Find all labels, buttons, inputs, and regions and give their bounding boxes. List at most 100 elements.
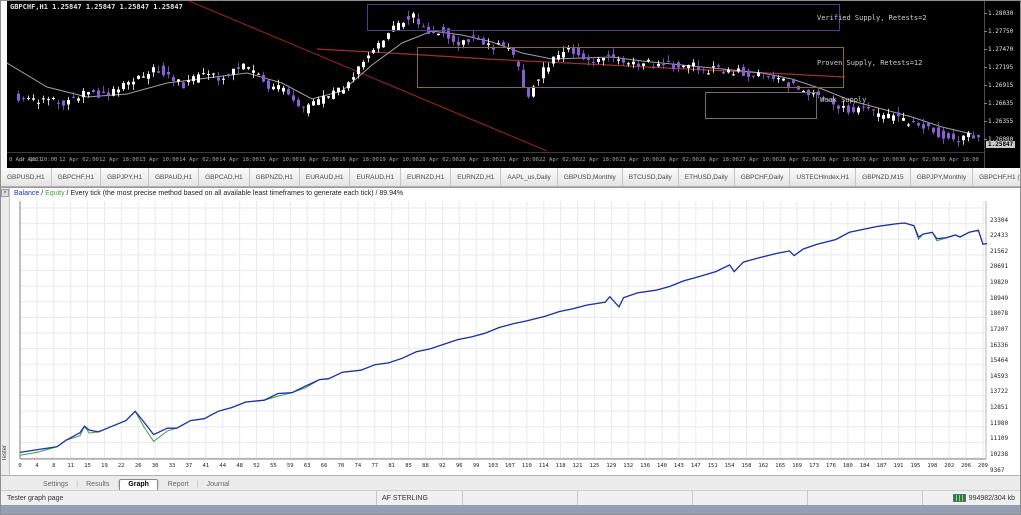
tester-tab-journal[interactable]: Journal: [199, 480, 238, 490]
status-company: AF STERLING: [376, 491, 462, 505]
balance-axis-label: 12851: [990, 404, 1008, 411]
trade-axis-label: 15: [84, 463, 91, 469]
trade-axis-label: 55: [270, 463, 277, 469]
price-axis-label: 1.27750: [988, 28, 1013, 35]
close-icon[interactable]: ×: [1, 189, 9, 197]
equity-legend-label: Equity: [45, 190, 64, 197]
symbol-tab[interactable]: EURNZD,H1: [401, 168, 451, 186]
trade-axis-label: 191: [894, 463, 904, 469]
tester-tab-settings[interactable]: Settings: [35, 480, 76, 490]
balance-axis-label: 11980: [990, 420, 1008, 427]
balance-axis-label: 22433: [990, 232, 1008, 239]
symbol-tab[interactable]: EURAUD,H1: [350, 168, 401, 186]
trade-axis-label: 140: [657, 463, 667, 469]
date-axis[interactable]: 8 Apr 20219 Apr 10:0012 Apr 02:0012 Apr …: [7, 152, 984, 168]
tester-graph-header: Balance / Equity / Every tick (the most …: [10, 188, 1020, 201]
status-segment-empty: [462, 491, 577, 505]
date-axis-label: 22 Apr 02:00: [539, 157, 579, 163]
symbol-tab[interactable]: EURAUD,H1: [300, 168, 351, 186]
trade-axis-label: 88: [422, 463, 429, 469]
symbol-tab[interactable]: GBPUSD,H1: [1, 168, 52, 186]
symbol-tab[interactable]: BTCUSD,Daily: [623, 168, 679, 186]
symbol-tab[interactable]: GBPCHF,H1: [52, 168, 101, 186]
trade-axis-label: 103: [488, 463, 498, 469]
symbol-tab[interactable]: ETHUSD,Daily: [679, 168, 735, 186]
symbol-tab[interactable]: GBPUSD,Monthly: [558, 168, 623, 186]
trade-axis-label: 176: [826, 463, 836, 469]
trade-axis-label: 169: [792, 463, 802, 469]
symbol-tab[interactable]: AAPL_us,Daily: [501, 168, 557, 186]
date-axis-label: 21 Apr 10:00: [499, 157, 539, 163]
date-axis-label: 20 Apr 18:00: [459, 157, 499, 163]
trade-axis-label: 52: [253, 463, 260, 469]
balance-axis-label: 11109: [990, 435, 1008, 442]
candle-chart[interactable]: GBPCHF,H1 1.25847 1.25847 1.25847 1.2584…: [7, 1, 984, 152]
balance-axis-label: 16336: [990, 342, 1008, 349]
symbol-tab[interactable]: GBPJPY,Monthly: [911, 168, 973, 186]
tester-panel: × Tester Balance / Equity / Every tick (…: [1, 187, 1020, 475]
balance-axis-label: 14593: [990, 373, 1008, 380]
symbol-tab[interactable]: GBPCHF,H1 (visual): [973, 168, 1020, 186]
balance-axis-label: 17207: [990, 326, 1008, 333]
trade-axis-label: 81: [388, 463, 395, 469]
trade-axis-label: 114: [539, 463, 549, 469]
balance-axis-label: 10238: [990, 451, 1008, 458]
trade-axis-label: 151: [708, 463, 718, 469]
symbol-tab[interactable]: GBPCHF,Daily: [735, 168, 791, 186]
trade-axis-label: 136: [640, 463, 650, 469]
trade-axis-label: 202: [944, 463, 954, 469]
trade-axis-label: 129: [606, 463, 616, 469]
trade-axis-label: 85: [405, 463, 412, 469]
trade-axis-label: 30: [152, 463, 159, 469]
symbol-tab[interactable]: GBPNZD,M15: [856, 168, 911, 186]
supply-zone-label: Proven Supply, Retests=12: [817, 59, 922, 67]
symbol-quote-label: GBPCHF,H1 1.25847 1.25847 1.25847 1.2584…: [10, 3, 183, 11]
trade-axis-label: 44: [219, 463, 226, 469]
symbol-tab[interactable]: GBPNZD,H1: [250, 168, 300, 186]
tester-tab-report[interactable]: Report: [160, 480, 197, 490]
balance-axis-label: 13722: [990, 388, 1008, 395]
date-axis-label: 26 Apr 02:00: [659, 157, 699, 163]
trade-axis-label: 66: [321, 463, 328, 469]
date-axis-label: 12 Apr 02:00: [59, 157, 99, 163]
status-message: Tester graph page: [1, 491, 376, 505]
trade-axis-label: 59: [287, 463, 294, 469]
trade-axis-label: 125: [589, 463, 599, 469]
trade-axis-label: 26: [135, 463, 142, 469]
trade-axis-label: 99: [473, 463, 480, 469]
symbol-tab[interactable]: GBPAUD,H1: [149, 168, 199, 186]
trade-axis-label: 209: [978, 463, 988, 469]
price-axis-label: 1.26915: [988, 82, 1013, 89]
resources-bars-icon: [953, 494, 966, 502]
price-axis[interactable]: 1.25847 1.280301.277501.274701.271951.26…: [984, 1, 1020, 168]
price-axis-label: 1.28030: [988, 10, 1013, 17]
supply-zone-box: [417, 47, 844, 88]
date-axis-label: 19 Apr 10:00: [379, 157, 419, 163]
symbol-tab[interactable]: GBPCAD,H1: [199, 168, 250, 186]
price-axis-label: 1.26080: [988, 136, 1013, 143]
symbol-tab[interactable]: USTECHIndex,H1: [790, 168, 856, 186]
tester-tab-results[interactable]: Results: [78, 480, 117, 490]
trade-axis-label: 37: [186, 463, 193, 469]
balance-graph[interactable]: [10, 201, 987, 461]
symbol-tab[interactable]: GBPJPY,H1: [101, 168, 149, 186]
trade-axis-label: 107: [505, 463, 515, 469]
trade-axis-label: 11: [67, 463, 74, 469]
trade-axis-label: 74: [355, 463, 362, 469]
balance-axis-label: 19820: [990, 279, 1008, 286]
date-axis-label: 23 Apr 10:00: [619, 157, 659, 163]
date-axis-label: 28 Apr 18:00: [819, 157, 859, 163]
tester-graph-area: 2330422433215622069119820189491807817207…: [10, 201, 1020, 461]
resources-text: 994982/304 kb: [969, 495, 1015, 502]
trade-axis-label: 48: [236, 463, 243, 469]
trade-axis-label: 92: [439, 463, 446, 469]
tester-body: Balance / Equity / Every tick (the most …: [10, 188, 1020, 475]
date-axis-label: 14 Apr 18:00: [219, 157, 259, 163]
tester-tab-bar: Settings|Results|Graph|Report|Journal: [1, 475, 1020, 490]
balance-axis-label: 23304: [990, 217, 1008, 224]
trade-axis-label: 158: [742, 463, 752, 469]
tester-tab-graph[interactable]: Graph: [119, 479, 158, 490]
trade-axis-label: 110: [522, 463, 532, 469]
symbol-tab[interactable]: EURNZD,H1: [451, 168, 501, 186]
trade-axis-label: 162: [758, 463, 768, 469]
